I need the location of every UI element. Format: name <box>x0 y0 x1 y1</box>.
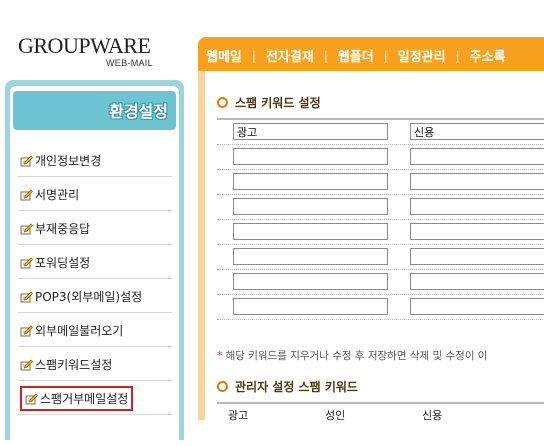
admin-keyword-table: 광고 성인 신용 <box>217 402 544 424</box>
sidebar-item-content: 부재중응답 <box>20 220 90 237</box>
note-text: 해당 키워드를 지우거나 수정 후 저장하면 삭제 및 수정이 이 <box>225 350 488 362</box>
keyword-input[interactable] <box>410 148 544 165</box>
sidebar-panel: 환경설정 개인정보변경서명관리부재중응답포워딩설정 POP3(외부메일)설정외부메… <box>10 86 179 446</box>
nav-item-1[interactable]: 전자결재 <box>266 46 314 65</box>
pencil-note-icon <box>20 257 33 269</box>
sidebar-item-label: 스팸키워드설정 <box>35 358 113 372</box>
logo-text: GROUPWARE <box>18 33 151 58</box>
sidebar-item-label: 서명관리 <box>35 188 80 202</box>
section-title-spam-keywords: 스팸 키워드 설정 <box>217 94 321 111</box>
sidebar-title: 환경설정 <box>109 102 168 121</box>
pencil-note-icon <box>20 359 33 371</box>
spam-keyword-table <box>217 118 544 320</box>
sidebar-item-0[interactable]: 개인정보변경 <box>18 143 172 177</box>
pencil-note-icon <box>20 189 33 201</box>
keyword-row <box>217 195 544 220</box>
section-title-text: 스팸 키워드 설정 <box>235 96 321 110</box>
circle-bullet-icon <box>217 97 228 108</box>
keyword-input[interactable] <box>233 173 388 190</box>
admin-keyword-cell: 성인 <box>325 409 346 422</box>
pencil-note-icon <box>20 223 33 235</box>
sidebar-item-content: 포워딩설정 <box>20 254 90 271</box>
sidebar-item-content: 스팸키워드설정 <box>20 356 112 373</box>
keyword-input[interactable] <box>410 273 544 290</box>
pencil-note-icon <box>20 291 33 303</box>
keyword-input[interactable] <box>233 198 388 215</box>
sidebar-item-content: 스팸거부메일설정 <box>20 386 134 411</box>
keyword-input[interactable] <box>233 148 388 165</box>
sidebar: 환경설정 개인정보변경서명관리부재중응답포워딩설정 POP3(외부메일)설정외부메… <box>5 80 184 446</box>
keyword-input[interactable] <box>233 298 388 315</box>
sidebar-item-7[interactable]: 스팸거부메일설정 <box>18 381 172 415</box>
keyword-input[interactable] <box>410 173 544 190</box>
keyword-input[interactable] <box>410 123 544 140</box>
keyword-row <box>217 295 544 320</box>
keyword-row <box>217 145 544 170</box>
help-note: * 해당 키워드를 지우거나 수정 후 저장하면 삭제 및 수정이 이 <box>217 348 487 363</box>
keyword-input[interactable] <box>410 248 544 265</box>
sidebar-item-label: 스팸거부메일설정 <box>40 392 129 406</box>
keyword-input[interactable] <box>410 198 544 215</box>
sidebar-item-2[interactable]: 부재중응답 <box>18 211 172 245</box>
section-title-text: 관리자 설정 스팸 키워드 <box>235 380 358 394</box>
top-nav-items: 웹메일 | 전자결재 | 웹폴더 | 일정관리 | 주소록 <box>206 46 506 66</box>
admin-keyword-cell: 광고 <box>228 409 249 422</box>
sidebar-item-1[interactable]: 서명관리 <box>18 177 172 211</box>
keyword-row <box>217 220 544 245</box>
nav-item-3[interactable]: 일정관리 <box>398 46 446 65</box>
keyword-row <box>217 170 544 195</box>
sidebar-item-6[interactable]: 스팸키워드설정 <box>18 347 172 381</box>
sidebar-item-content: 외부메일불러오기 <box>20 322 123 339</box>
nav-item-2[interactable]: 웹폴더 <box>338 46 374 65</box>
nav-item-4[interactable]: 주소록 <box>470 46 506 65</box>
keyword-input[interactable] <box>233 273 388 290</box>
keyword-input[interactable] <box>410 223 544 240</box>
sidebar-item-label: 개인정보변경 <box>35 154 102 168</box>
sidebar-item-content: 서명관리 <box>20 186 79 203</box>
sidebar-item-label: 부재중응답 <box>35 222 91 236</box>
logo-subtext: WEB-MAIL <box>106 58 153 68</box>
nav-separator: | <box>383 48 388 63</box>
note-asterisk: * <box>217 350 223 362</box>
admin-keyword-header-row: 광고 성인 신용 <box>217 404 544 424</box>
sidebar-item-3[interactable]: 포워딩설정 <box>18 245 172 279</box>
section-title-admin-keywords: 관리자 설정 스팸 키워드 <box>217 378 358 395</box>
sidebar-item-label: POP3(외부메일)설정 <box>35 290 143 304</box>
pencil-note-icon <box>25 393 38 405</box>
main-content: 스팸 키워드 설정 * 해당 키워드를 지우거나 수정 후 저장하면 삭제 및 … <box>198 71 544 422</box>
sidebar-item-4[interactable]: POP3(외부메일)설정 <box>18 279 172 313</box>
keyword-row <box>217 270 544 295</box>
nav-separator: | <box>455 48 460 63</box>
keyword-row <box>217 120 544 145</box>
admin-keyword-cell: 신용 <box>422 409 443 422</box>
keyword-input[interactable] <box>233 123 388 140</box>
top-nav: 웹메일 | 전자결재 | 웹폴더 | 일정관리 | 주소록 <box>198 37 544 71</box>
keyword-input[interactable] <box>410 298 544 315</box>
sidebar-item-label: 포워딩설정 <box>35 256 91 270</box>
sidebar-item-content: POP3(외부메일)설정 <box>20 288 142 305</box>
nav-separator: | <box>251 48 256 63</box>
settings-menu: 개인정보변경서명관리부재중응답포워딩설정 POP3(외부메일)설정외부메일불러오기… <box>18 143 172 415</box>
sidebar-item-label: 외부메일불러오기 <box>35 324 124 338</box>
pencil-note-icon <box>20 325 33 337</box>
keyword-input[interactable] <box>233 248 388 265</box>
sidebar-item-content: 개인정보변경 <box>20 152 101 169</box>
circle-bullet-icon <box>217 381 228 392</box>
logo: GROUPWARE WEB-MAIL <box>18 33 153 69</box>
pencil-note-icon <box>20 155 33 167</box>
keyword-input[interactable] <box>233 223 388 240</box>
keyword-row <box>217 245 544 270</box>
nav-item-0[interactable]: 웹메일 <box>206 46 242 65</box>
sidebar-header: 환경설정 <box>13 91 176 130</box>
sidebar-item-5[interactable]: 외부메일불러오기 <box>18 313 172 347</box>
nav-separator: | <box>323 48 328 63</box>
